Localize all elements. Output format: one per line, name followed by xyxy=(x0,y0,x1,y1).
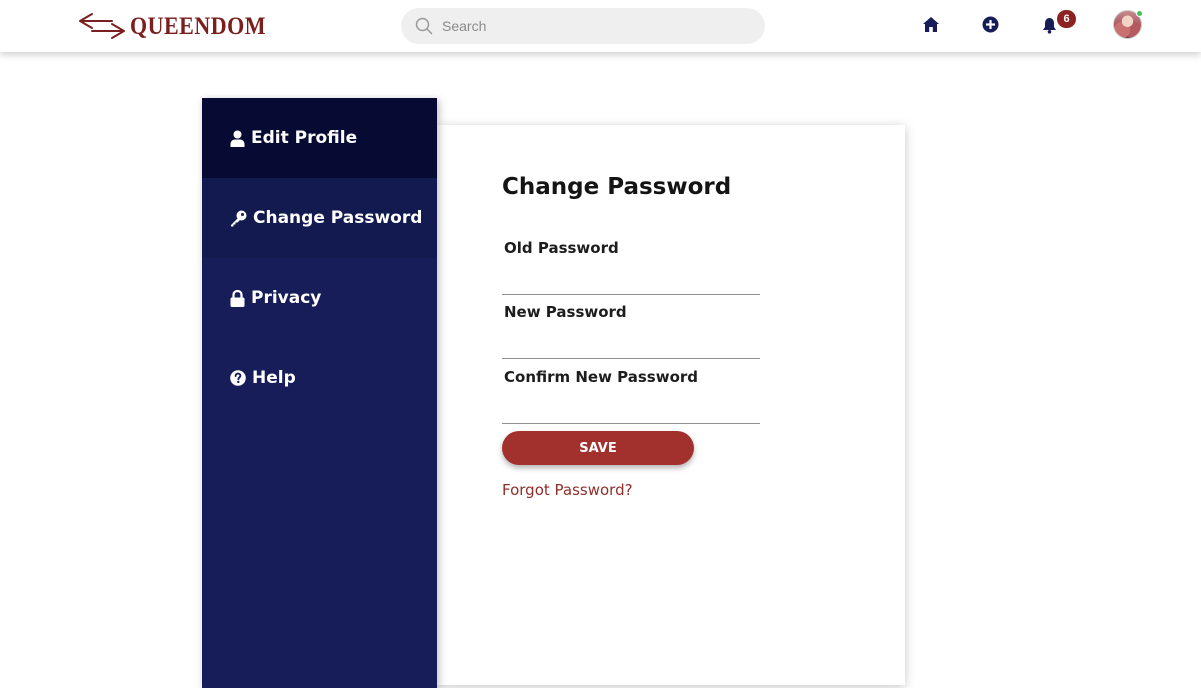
sidebar-item-edit-profile[interactable]: Edit Profile xyxy=(202,98,437,178)
sidebar-item-privacy[interactable]: Privacy xyxy=(202,258,437,338)
sidebar-item-label: Edit Profile xyxy=(251,128,358,148)
confirm-password-label: Confirm New Password xyxy=(504,368,699,386)
key-icon xyxy=(231,210,247,226)
brand-logo[interactable]: QUEENDOM xyxy=(78,9,266,43)
sidebar-item-help[interactable]: Help xyxy=(202,338,437,418)
change-password-card: Change Password Old Password New Passwor… xyxy=(437,125,905,685)
new-password-group: New Password xyxy=(502,303,760,359)
search-bar[interactable] xyxy=(401,8,765,44)
old-password-field[interactable] xyxy=(502,267,760,295)
home-icon[interactable] xyxy=(922,16,940,33)
settings-menu: Edit Profile Change Password Privacy Hel… xyxy=(202,98,437,688)
swap-arrows-icon xyxy=(79,13,125,39)
bell-icon[interactable] xyxy=(1042,17,1057,34)
sidebar-item-label: Change Password xyxy=(253,208,423,228)
sidebar-item-label: Privacy xyxy=(251,288,322,308)
confirm-password-field[interactable] xyxy=(502,396,760,424)
new-password-label: New Password xyxy=(504,303,627,321)
old-password-group: Old Password xyxy=(502,239,760,295)
online-status-dot xyxy=(1136,10,1143,17)
save-button[interactable]: SAVE xyxy=(502,431,694,465)
notification-badge: 6 xyxy=(1057,10,1076,28)
brand-name: QUEENDOM xyxy=(130,11,266,40)
search-input[interactable] xyxy=(442,18,742,34)
sidebar-item-label: Help xyxy=(252,368,296,388)
forgot-password-link[interactable]: Forgot Password? xyxy=(502,481,633,499)
user-icon xyxy=(230,130,245,147)
sidebar-item-change-password[interactable]: Change Password xyxy=(202,178,437,258)
plus-circle-icon[interactable] xyxy=(982,16,999,33)
confirm-password-group: Confirm New Password xyxy=(502,368,760,424)
lock-icon xyxy=(230,289,245,307)
question-circle-icon xyxy=(230,370,246,386)
new-password-field[interactable] xyxy=(502,331,760,359)
old-password-label: Old Password xyxy=(504,239,619,257)
top-navbar: QUEENDOM 6 xyxy=(0,0,1201,52)
avatar[interactable] xyxy=(1113,10,1143,39)
page-title: Change Password xyxy=(502,174,732,200)
search-icon xyxy=(415,17,433,35)
